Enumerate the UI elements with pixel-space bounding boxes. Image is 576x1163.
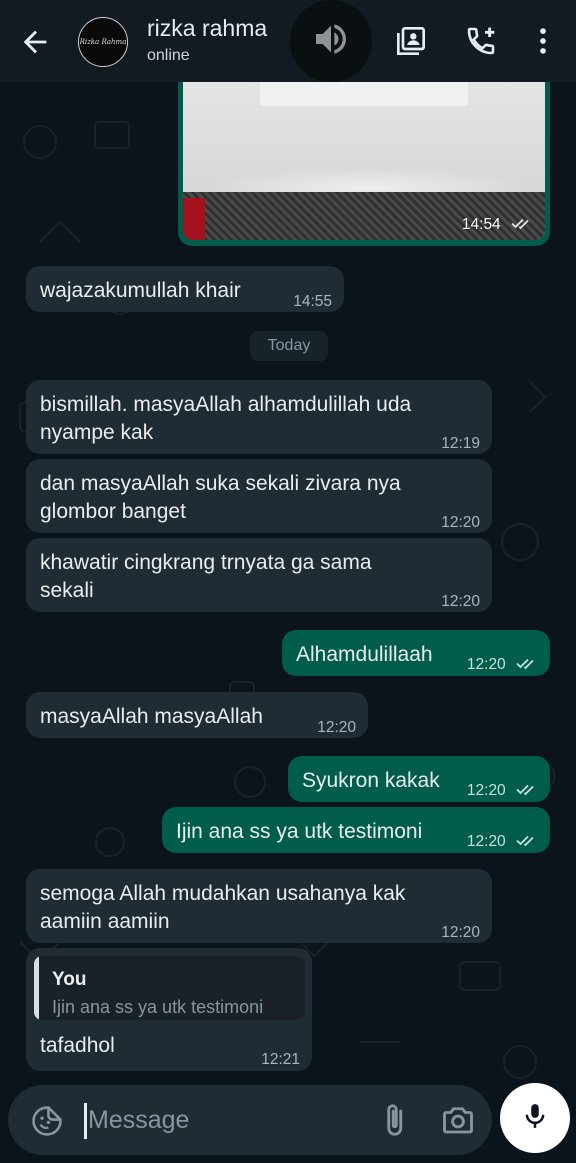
message-text: Alhamdulillaah (296, 643, 433, 666)
speaker-icon (311, 19, 351, 64)
back-arrow-icon[interactable] (18, 25, 52, 59)
more-options-icon[interactable] (526, 24, 560, 58)
message-composer (0, 1083, 576, 1163)
message-time: 12:20 (441, 514, 480, 531)
image-message[interactable]: 14:54 (178, 82, 550, 246)
message-input[interactable] (88, 1101, 368, 1139)
quote-accent-bar (34, 956, 39, 1020)
read-ticks-icon (516, 836, 534, 847)
message-bubble-incoming[interactable]: masyaAllah masyaAllah 12:20 (26, 692, 368, 738)
speaker-button[interactable] (290, 0, 372, 82)
message-bubble-reply[interactable]: You Ijin ana ss ya utk testimoni tafadho… (26, 948, 312, 1071)
read-ticks-icon (516, 659, 534, 670)
read-ticks-icon (516, 785, 534, 796)
text-cursor (84, 1103, 87, 1139)
contact-card-icon[interactable] (394, 24, 428, 58)
message-bubble-incoming[interactable]: khawatir cingkrang trnyata ga sama sekal… (26, 538, 492, 612)
message-input-bar[interactable] (8, 1085, 492, 1155)
contact-status: online (147, 47, 190, 64)
message-text: dan masyaAllah suka sekali zivara nya gl… (40, 472, 401, 523)
chat-header: Rizka Rahma rizka rahma online (0, 0, 576, 82)
add-call-icon[interactable] (464, 24, 498, 58)
avatar-logo-text: Rizka Rahma (79, 38, 127, 46)
message-text: khawatir cingkrang trnyata ga sama sekal… (40, 551, 372, 602)
contact-name[interactable]: rizka rahma (147, 15, 267, 42)
message-time: 12:20 (317, 719, 356, 736)
message-bubble-incoming[interactable]: semoga Allah mudahkan usahanya kak aamii… (26, 869, 492, 943)
message-time: 12:20 (441, 924, 480, 941)
message-text: tafadhol (40, 1034, 115, 1057)
message-bubble-incoming[interactable]: bismillah. masyaAllah alhamdulillah uda … (26, 380, 492, 454)
quoted-message[interactable]: You Ijin ana ss ya utk testimoni (34, 956, 305, 1020)
message-text: masyaAllah masyaAllah (40, 705, 263, 728)
quote-text: Ijin ana ss ya utk testimoni (52, 997, 264, 1017)
message-text: wajazakumullah khair (40, 279, 241, 302)
message-text: bismillah. masyaAllah alhamdulillah uda … (40, 393, 412, 444)
message-time: 12:21 (261, 1051, 300, 1068)
quote-author: You (52, 969, 87, 990)
sticker-emoji-icon[interactable] (30, 1104, 64, 1138)
message-bubble-outgoing[interactable]: Syukron kakak 12:20 (288, 756, 550, 802)
microphone-icon (520, 1101, 550, 1136)
message-time: 12:20 (441, 593, 480, 610)
message-text: semoga Allah mudahkan usahanya kak aamii… (40, 882, 406, 933)
message-time: 12:20 (467, 651, 538, 679)
message-bubble-incoming[interactable]: dan masyaAllah suka sekali zivara nya gl… (26, 459, 492, 533)
message-time: 12:20 (467, 777, 538, 805)
message-time: 12:20 (467, 828, 538, 856)
camera-icon[interactable] (440, 1102, 476, 1138)
paperclip-icon[interactable] (376, 1102, 412, 1138)
message-text: Syukron kakak (302, 769, 440, 792)
chat-messages-area[interactable]: 14:54 wajazakumullah khair 14:55 Today b… (0, 82, 576, 1083)
package-label (260, 82, 468, 106)
date-divider: Today (250, 331, 328, 361)
photo-thumbnail[interactable]: 14:54 (183, 82, 545, 240)
message-bubble-outgoing[interactable]: Alhamdulillaah 12:20 (282, 630, 550, 676)
message-text: Ijin ana ss ya utk testimoni (176, 820, 423, 843)
red-stripe (183, 198, 205, 240)
message-bubble-outgoing[interactable]: Ijin ana ss ya utk testimoni 12:20 (162, 807, 550, 853)
message-time: 14:55 (293, 293, 332, 310)
read-ticks-icon (511, 219, 529, 230)
voice-record-button[interactable] (500, 1083, 570, 1153)
message-time: 12:19 (441, 435, 480, 452)
contact-avatar[interactable]: Rizka Rahma (78, 17, 128, 67)
message-bubble-incoming[interactable]: wajazakumullah khair 14:55 (26, 266, 344, 312)
message-time: 14:54 (462, 216, 533, 234)
